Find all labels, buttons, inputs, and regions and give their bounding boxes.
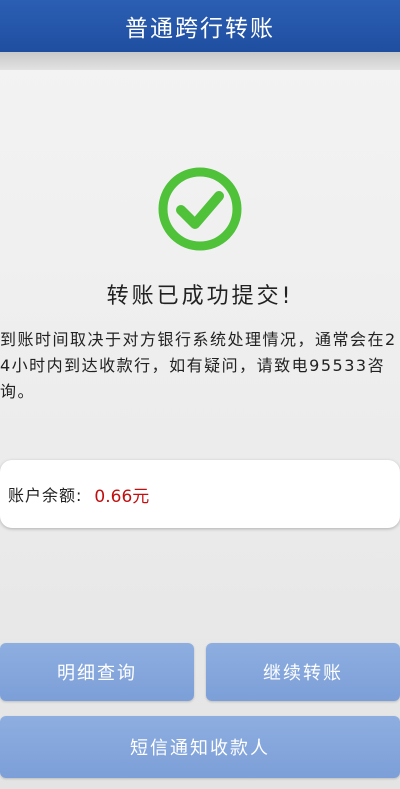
balance-label: 账户余额: — [8, 486, 83, 505]
detail-query-button[interactable]: 明细查询 — [0, 643, 194, 701]
page-title: 普通跨行转账 — [125, 16, 275, 42]
success-message: 转账已成功提交! — [106, 284, 294, 309]
header-divider — [0, 52, 400, 70]
header-bar: 普通跨行转账 — [0, 0, 400, 52]
arrival-notice: 到账时间取决于对方银行系统处理情况，通常会在24小时内到达收款行，如有疑问，请致… — [0, 330, 397, 401]
check-circle-icon — [157, 166, 243, 252]
balance-card: 账户余额: 0.66元 — [0, 460, 400, 528]
sms-notify-payee-button[interactable]: 短信通知收款人 — [0, 716, 400, 778]
continue-transfer-button[interactable]: 继续转账 — [206, 643, 400, 701]
balance-value: 0.66元 — [94, 486, 150, 507]
